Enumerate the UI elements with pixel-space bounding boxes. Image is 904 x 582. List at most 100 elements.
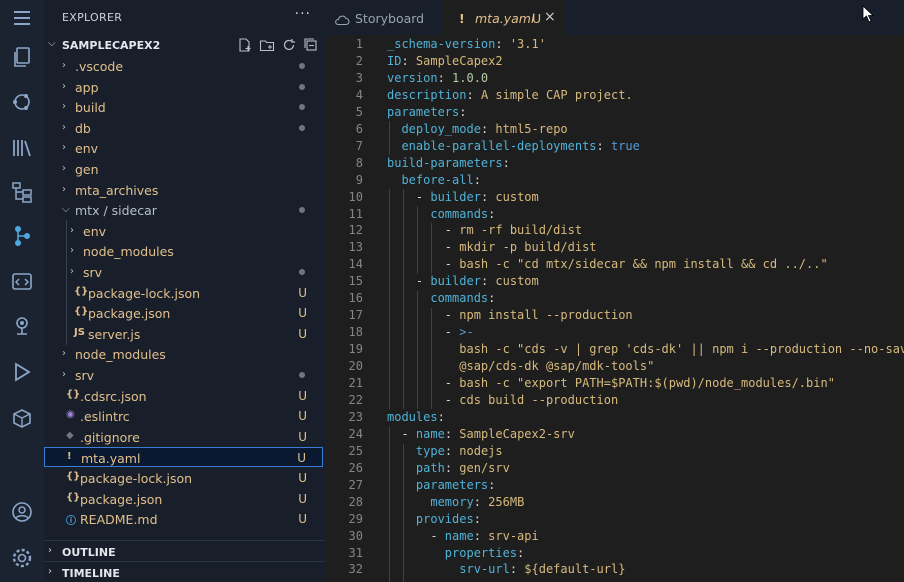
tree-item[interactable]: › .vscode bbox=[44, 56, 323, 76]
tree-item[interactable]: {} .cdsrc.json U bbox=[44, 386, 323, 406]
code-token: SampleCapex2-srv bbox=[459, 426, 575, 441]
tree-item[interactable]: › db bbox=[44, 118, 323, 138]
line-number: 31 bbox=[348, 545, 363, 560]
tree-item-label: env bbox=[75, 141, 99, 157]
account-icon[interactable] bbox=[8, 498, 36, 526]
modified-dot-icon bbox=[299, 269, 305, 275]
code-line: 6 deploy_mode: html5-repo bbox=[325, 121, 904, 138]
tree-item-label: .eslintrc bbox=[80, 409, 130, 425]
code-icon[interactable] bbox=[8, 268, 36, 296]
git-status-badge: U bbox=[298, 388, 307, 403]
tree-item[interactable]: › env bbox=[44, 138, 323, 158]
tree-item-label: mta_archives bbox=[75, 182, 159, 198]
tree-item[interactable]: ⓘ README.md U bbox=[44, 509, 323, 529]
outline-section[interactable]: › OUTLINE bbox=[44, 540, 325, 561]
line-number: 15 bbox=[348, 274, 363, 289]
tree-item[interactable]: JS server.js U bbox=[44, 324, 323, 344]
workspace-root[interactable]: ⌵ SAMPLECAPEX2 bbox=[44, 35, 325, 55]
new-folder-icon[interactable] bbox=[259, 37, 275, 53]
tree-item[interactable]: › node_modules bbox=[44, 241, 323, 261]
code-token: : bbox=[488, 291, 496, 306]
tree-item[interactable]: › gen bbox=[44, 159, 323, 179]
menu-icon[interactable] bbox=[8, 4, 36, 32]
code-token: - bbox=[387, 426, 416, 441]
tree-item[interactable]: › srv bbox=[44, 262, 323, 282]
settings-icon[interactable] bbox=[8, 544, 36, 572]
line-number: 25 bbox=[348, 443, 363, 458]
code-token: rm -rf build/dist bbox=[459, 223, 583, 238]
code-token: builder bbox=[430, 274, 481, 289]
code-text: properties: bbox=[387, 546, 524, 560]
tree-item[interactable]: ⌵ mtx / sidecar bbox=[44, 200, 323, 220]
line-number: 4 bbox=[355, 87, 363, 102]
chevron-right-icon: › bbox=[70, 245, 74, 257]
code-line: 26 path: gen/srv bbox=[325, 460, 904, 477]
tree-item[interactable]: {} package-lock.json U bbox=[44, 468, 323, 488]
files-icon[interactable] bbox=[8, 43, 36, 71]
cloud-icon bbox=[334, 11, 350, 30]
tree-item[interactable]: › srv bbox=[44, 365, 323, 385]
code-token: : bbox=[480, 274, 496, 289]
tree-item[interactable]: {} package.json U bbox=[44, 489, 323, 509]
eslint-file-icon: ◉ bbox=[66, 409, 75, 421]
collapse-all-icon[interactable] bbox=[303, 37, 319, 53]
code-token: - bbox=[387, 392, 460, 407]
tab-storyboard[interactable]: Storyboard bbox=[325, 0, 441, 35]
code-token: : bbox=[473, 172, 481, 187]
code-line: 30 - name: srv-api bbox=[325, 528, 904, 545]
source-control-icon[interactable] bbox=[8, 88, 36, 116]
yaml-icon: ! bbox=[459, 11, 465, 26]
json-file-icon: {} bbox=[66, 388, 81, 400]
tree-item[interactable]: ! mta.yaml U bbox=[44, 447, 323, 468]
chevron-right-icon: › bbox=[48, 545, 52, 556]
code-token: builder bbox=[430, 189, 481, 204]
more-actions-icon[interactable]: ··· bbox=[295, 6, 311, 22]
code-line: 1 _schema-version: '3.1' bbox=[325, 36, 904, 53]
tree-item[interactable]: › env bbox=[44, 221, 323, 241]
code-token: srv-url bbox=[459, 562, 510, 577]
tree-item[interactable]: {} package-lock.json U bbox=[44, 283, 323, 303]
tree-item[interactable]: › mta_archives bbox=[44, 180, 323, 200]
graph-icon[interactable] bbox=[8, 222, 36, 250]
refresh-icon[interactable] bbox=[281, 37, 297, 53]
new-file-icon[interactable] bbox=[237, 37, 253, 53]
tree-item-label: srv bbox=[75, 368, 95, 383]
code-line: 9 before-all: bbox=[325, 172, 904, 189]
library-icon[interactable] bbox=[8, 134, 36, 162]
deploy-icon[interactable] bbox=[8, 312, 36, 340]
tree-item[interactable]: › build bbox=[44, 97, 323, 117]
code-text: - name: srv-api bbox=[387, 529, 538, 543]
code-text: bash -c "cds -v | grep 'cds-dk' || npm i… bbox=[387, 342, 904, 356]
code-token: memory bbox=[430, 494, 474, 509]
timeline-section[interactable]: › TIMELINE bbox=[44, 561, 325, 582]
code-text: - bash -c "cd mtx/sidecar && npm install… bbox=[387, 257, 828, 271]
tree-item[interactable]: › app bbox=[44, 77, 323, 97]
code-token: cds build --production bbox=[459, 392, 619, 407]
code-token: : bbox=[517, 545, 525, 560]
code-token: : bbox=[444, 443, 460, 458]
extensions-icon[interactable] bbox=[8, 404, 36, 432]
line-number: 20 bbox=[348, 359, 363, 374]
code-text: deploy_mode: html5-repo bbox=[387, 122, 567, 136]
tree-item[interactable]: › node_modules bbox=[44, 344, 323, 364]
tree-item[interactable]: ◆ .gitignore U bbox=[44, 427, 323, 447]
tree-item[interactable]: ◉ .eslintrc U bbox=[44, 406, 323, 426]
run-icon[interactable] bbox=[8, 358, 36, 386]
code-line: 22 - cds build --production bbox=[325, 392, 904, 409]
code-text: modules: bbox=[387, 410, 445, 424]
hierarchy-icon[interactable] bbox=[8, 178, 36, 206]
json-file-icon: {} bbox=[66, 471, 81, 482]
code-token: : bbox=[444, 460, 460, 475]
code-token: modules bbox=[387, 409, 438, 424]
code-token: 1.0.0 bbox=[452, 70, 489, 85]
line-number: 30 bbox=[348, 528, 363, 543]
git-status-badge: U bbox=[297, 451, 306, 466]
tree-item[interactable]: {} package.json U bbox=[44, 303, 323, 323]
code-text: _schema-version: '3.1' bbox=[387, 37, 546, 51]
tab-mta-yaml[interactable]: ! mta.yaml U × bbox=[441, 0, 565, 35]
code-editor[interactable]: 1 _schema-version: '3.1' 2 ID: SampleCapex2… bbox=[325, 35, 904, 582]
tab-label: mta.yaml bbox=[475, 11, 535, 26]
close-icon[interactable]: × bbox=[544, 9, 556, 25]
